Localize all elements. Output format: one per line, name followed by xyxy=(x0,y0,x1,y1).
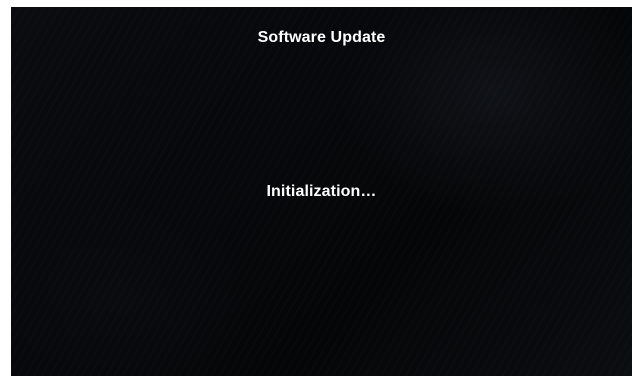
device-frame: Software Update Initialization… xyxy=(0,0,644,383)
screen-title: Software Update xyxy=(257,29,386,46)
update-screen: Software Update Initialization… xyxy=(11,7,632,376)
status-message: Initialization… xyxy=(266,183,377,200)
